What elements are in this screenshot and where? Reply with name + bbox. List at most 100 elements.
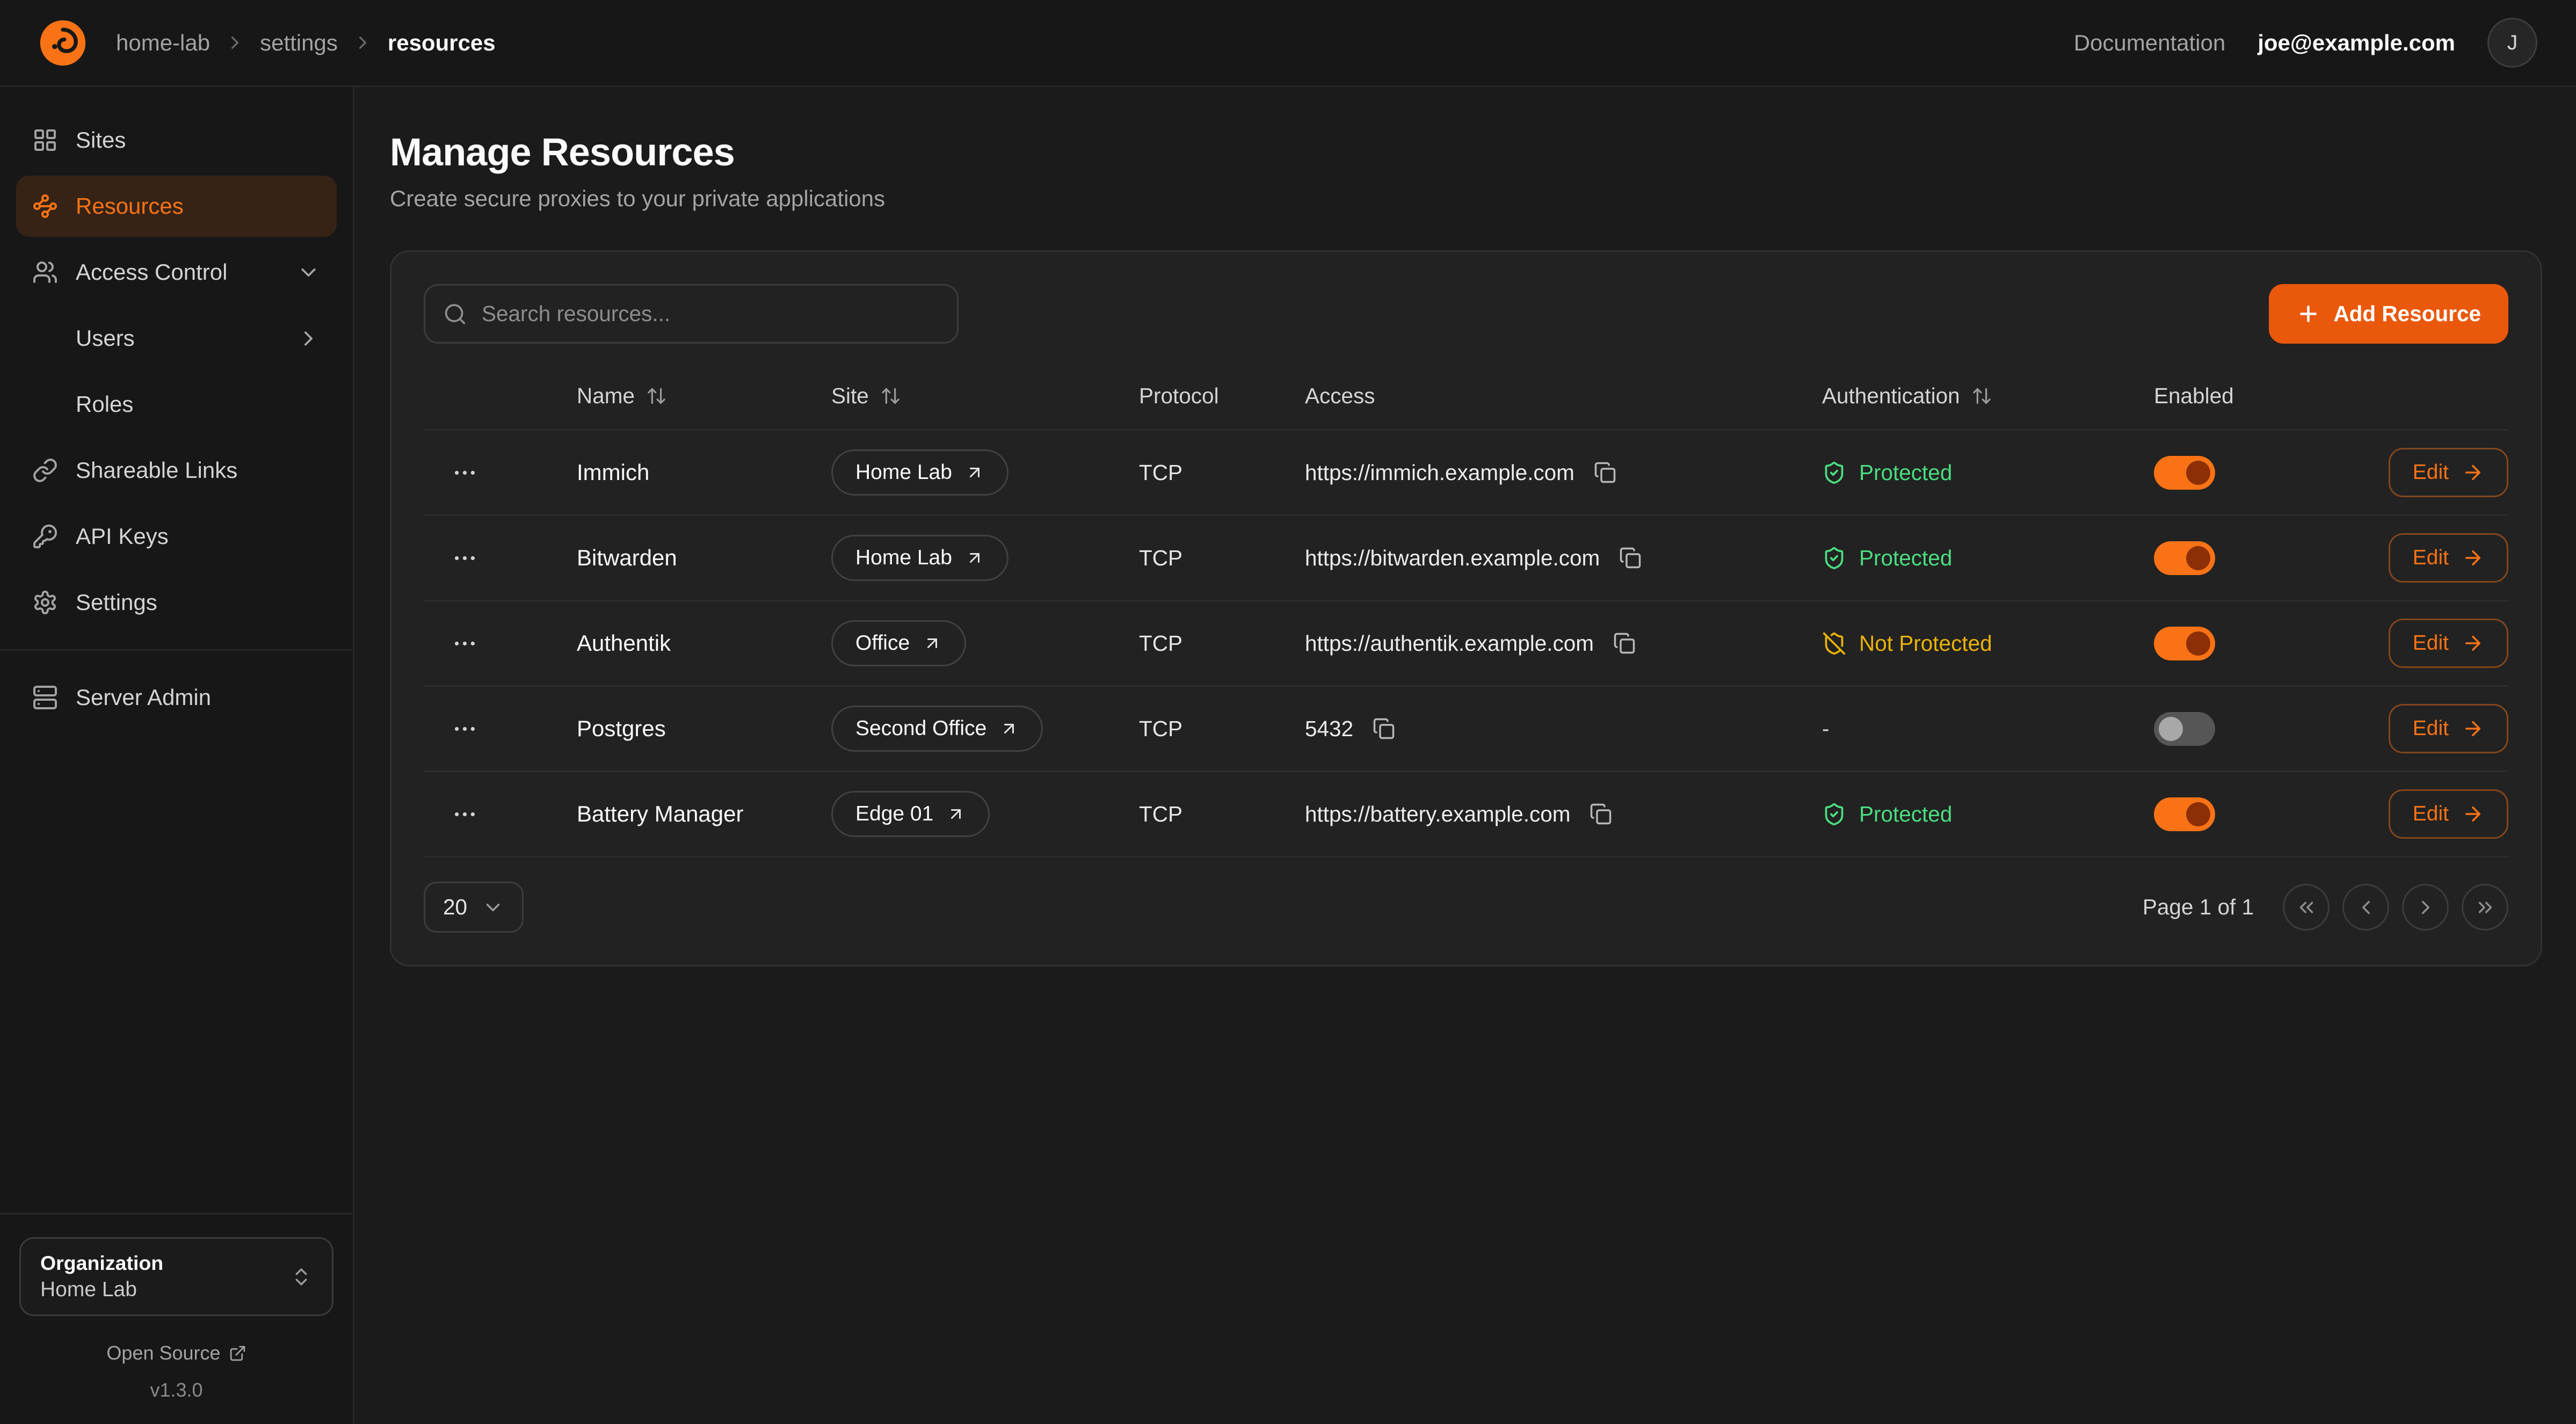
edit-button[interactable]: Edit: [2389, 789, 2508, 839]
row-menu-button[interactable]: [445, 623, 485, 664]
sidebar-item-access-control[interactable]: Access Control: [16, 242, 337, 303]
app-logo-icon[interactable]: [39, 19, 87, 67]
arrow-right-icon: [2462, 461, 2484, 484]
auth-status: Not Protected: [1822, 631, 1992, 656]
copy-button[interactable]: [1610, 629, 1639, 658]
external-link-icon: [229, 1345, 246, 1362]
auth-status: Protected: [1822, 546, 1952, 571]
copy-button[interactable]: [1616, 543, 1645, 572]
auth-label: Protected: [1859, 460, 1952, 485]
ellipsis-icon: [451, 630, 478, 657]
column-header-authentication[interactable]: Authentication: [1822, 383, 2154, 409]
sort-icon[interactable]: [880, 386, 901, 406]
chevrons-up-down-icon: [290, 1266, 313, 1288]
edit-button[interactable]: Edit: [2389, 704, 2508, 753]
site-link[interactable]: Office: [831, 620, 966, 666]
sidebar-item-label: Users: [76, 325, 135, 351]
sites-icon: [32, 127, 58, 153]
site-link[interactable]: Home Lab: [831, 449, 1008, 496]
access-value: https://battery.example.com: [1305, 802, 1570, 827]
chevrons-right-icon: [2474, 896, 2497, 919]
chevron-down-icon: [296, 260, 321, 285]
site-link[interactable]: Second Office: [831, 706, 1043, 752]
sidebar-item-label: Shareable Links: [76, 457, 237, 483]
add-resource-button[interactable]: Add Resource: [2269, 284, 2508, 344]
arrow-up-right-icon: [999, 719, 1019, 738]
documentation-link[interactable]: Documentation: [2074, 30, 2226, 56]
edit-button[interactable]: Edit: [2389, 448, 2508, 497]
sidebar-item-server-admin[interactable]: Server Admin: [16, 667, 337, 728]
sidebar-item-users[interactable]: Users: [16, 308, 337, 369]
shield-check-icon: [1822, 546, 1846, 570]
sort-icon[interactable]: [646, 386, 667, 406]
enabled-toggle[interactable]: [2154, 797, 2215, 831]
sidebar: Sites Resources Access Control: [0, 87, 354, 1424]
previous-page-button[interactable]: [2342, 884, 2389, 931]
copy-icon: [1594, 461, 1616, 484]
edit-button[interactable]: Edit: [2389, 533, 2508, 583]
column-header-name[interactable]: Name: [577, 383, 831, 409]
edit-button[interactable]: Edit: [2389, 619, 2508, 668]
copy-button[interactable]: [1586, 800, 1615, 829]
column-header-site[interactable]: Site: [831, 383, 1139, 409]
copy-button[interactable]: [1369, 714, 1398, 743]
organization-value: Home Lab: [40, 1278, 163, 1302]
sidebar-item-settings[interactable]: Settings: [16, 572, 337, 633]
last-page-button[interactable]: [2462, 884, 2508, 931]
auth-status: -: [1822, 716, 1830, 742]
ellipsis-icon: [451, 459, 478, 486]
access-value: https://authentik.example.com: [1305, 631, 1594, 656]
row-menu-button[interactable]: [445, 453, 485, 493]
organization-switcher[interactable]: Organization Home Lab: [19, 1237, 333, 1316]
protocol-value: TCP: [1139, 802, 1182, 827]
row-menu-button[interactable]: [445, 709, 485, 749]
site-link-label: Home Lab: [855, 546, 952, 570]
server-icon: [32, 685, 58, 710]
search-icon: [443, 302, 467, 326]
breadcrumb-org[interactable]: home-lab: [116, 30, 210, 56]
user-email[interactable]: joe@example.com: [2258, 30, 2455, 56]
site-link-label: Second Office: [855, 717, 986, 740]
sidebar-item-sites[interactable]: Sites: [16, 110, 337, 171]
resource-name: Immich: [577, 460, 649, 485]
open-source-link[interactable]: Open Source: [19, 1342, 333, 1364]
enabled-toggle[interactable]: [2154, 541, 2215, 575]
access-value: https://immich.example.com: [1305, 460, 1574, 485]
link-icon: [32, 457, 58, 483]
page-title: Manage Resources: [390, 130, 2542, 175]
table-toolbar: Add Resource: [424, 284, 2508, 344]
copy-button[interactable]: [1591, 458, 1620, 487]
sidebar-divider: [0, 649, 353, 651]
breadcrumb-settings[interactable]: settings: [260, 30, 338, 56]
next-page-button[interactable]: [2402, 884, 2449, 931]
resource-name: Authentik: [577, 630, 671, 656]
protocol-value: TCP: [1139, 716, 1182, 742]
row-menu-button[interactable]: [445, 538, 485, 578]
copy-icon: [1619, 547, 1642, 569]
shield-check-icon: [1822, 461, 1846, 485]
arrow-up-right-icon: [923, 634, 942, 653]
user-avatar[interactable]: J: [2487, 18, 2537, 68]
chevron-right-icon: [296, 326, 321, 351]
enabled-toggle[interactable]: [2154, 627, 2215, 660]
breadcrumb-resources[interactable]: resources: [388, 30, 496, 56]
enabled-toggle[interactable]: [2154, 456, 2215, 490]
enabled-toggle[interactable]: [2154, 712, 2215, 746]
sort-icon[interactable]: [1971, 386, 1992, 406]
search-input[interactable]: [424, 284, 959, 344]
site-link[interactable]: Home Lab: [831, 535, 1008, 581]
first-page-button[interactable]: [2283, 884, 2330, 931]
row-menu-button[interactable]: [445, 794, 485, 834]
sidebar-item-api-keys[interactable]: API Keys: [16, 506, 337, 567]
resource-name: Bitwarden: [577, 545, 677, 571]
site-link[interactable]: Edge 01: [831, 791, 990, 837]
sidebar-item-label: Server Admin: [76, 685, 211, 710]
sidebar-nav: Sites Resources Access Control: [0, 87, 353, 1213]
sidebar-item-label: Sites: [76, 127, 126, 153]
chevron-down-icon: [482, 896, 504, 919]
page-size-select[interactable]: 20: [424, 882, 524, 933]
sidebar-item-resources[interactable]: Resources: [16, 176, 337, 237]
sidebar-item-roles[interactable]: Roles: [16, 374, 337, 435]
chevron-right-icon: [352, 32, 373, 53]
sidebar-item-shareable-links[interactable]: Shareable Links: [16, 440, 337, 501]
